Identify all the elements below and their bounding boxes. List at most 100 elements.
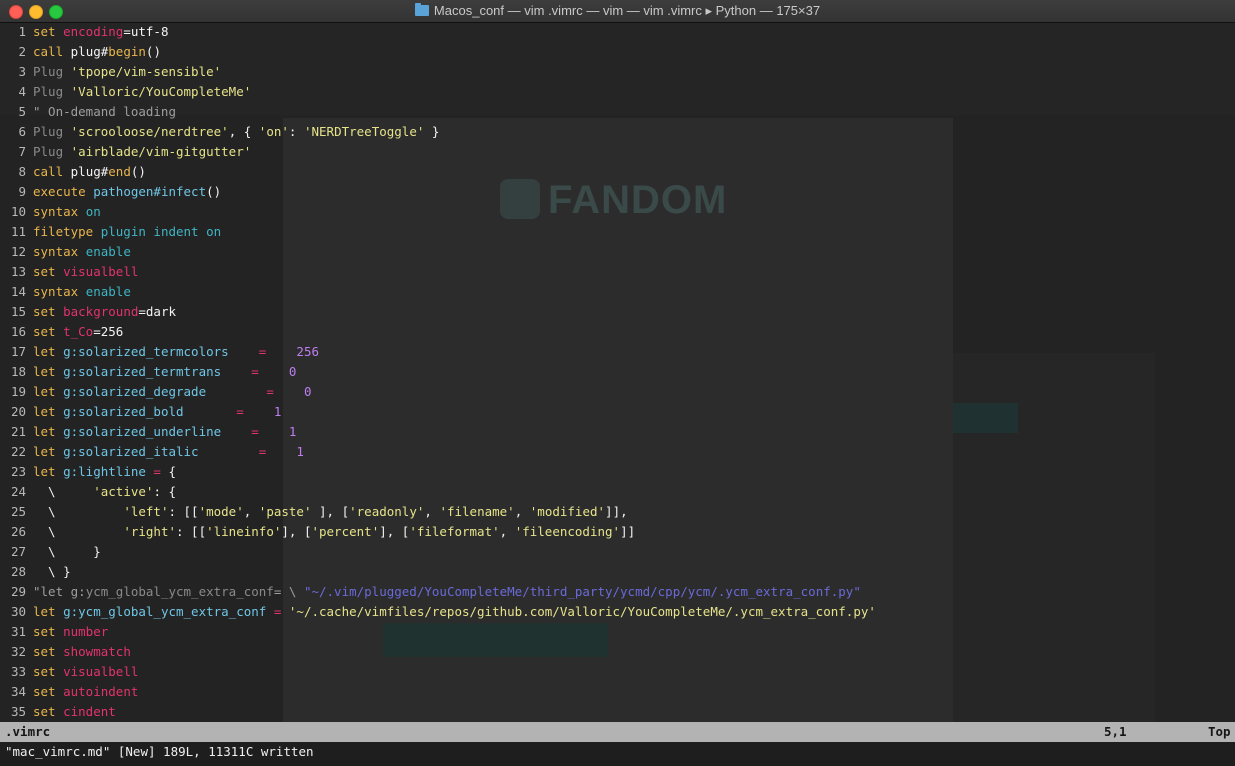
code-line[interactable]: 33 set visualbell [0, 662, 1235, 682]
code-token: g:solarized_termcolors [63, 344, 229, 359]
code-token: = [228, 344, 297, 359]
code-token: ], [ [379, 524, 410, 539]
code-token: = [198, 444, 297, 459]
code-line[interactable]: 27 \ } [0, 542, 1235, 562]
code-token: \ } [33, 544, 101, 559]
code-line[interactable]: 32 set showmatch [0, 642, 1235, 662]
code-token: 256 [296, 344, 319, 359]
code-token: visualbell [63, 264, 139, 279]
code-token: 'filename' [439, 504, 515, 519]
code-token: execute [33, 184, 94, 199]
code-line[interactable]: 11 filetype plugin indent on [0, 222, 1235, 242]
code-token: set [33, 664, 64, 679]
code-line[interactable]: 22 let g:solarized_italic = 1 [0, 442, 1235, 462]
code-line[interactable]: 26 \ 'right': [['lineinfo'], ['percent']… [0, 522, 1235, 542]
code-line[interactable]: 1 set encoding=utf-8 [0, 22, 1235, 42]
command-line[interactable]: "mac_vimrc.md" [New] 189L, 11311C writte… [0, 742, 1235, 766]
code-token: cindent [63, 704, 116, 719]
code-token: : [[ [168, 504, 199, 519]
line-number: 6 [18, 124, 26, 139]
code-token: = [266, 604, 289, 619]
line-number: 26 [10, 524, 26, 539]
code-line[interactable]: 24 \ 'active': { [0, 482, 1235, 502]
line-number: 31 [10, 624, 26, 639]
code-line[interactable]: 7 Plug 'airblade/vim-gitgutter' [0, 142, 1235, 162]
code-token: syntax [33, 284, 86, 299]
code-token: = \ [273, 584, 304, 599]
line-number: 21 [10, 424, 26, 439]
code-line[interactable]: 4 Plug 'Valloric/YouCompleteMe' [0, 82, 1235, 102]
line-number: 14 [10, 284, 26, 299]
code-line[interactable]: 21 let g:solarized_underline = 1 [0, 422, 1235, 442]
code-line[interactable]: 8 call plug#end() [0, 162, 1235, 182]
code-token: "~/.vim/plugged/YouCompleteMe/third_part… [303, 584, 861, 599]
code-line[interactable]: 19 let g:solarized_degrade = 0 [0, 382, 1235, 402]
line-number: 7 [18, 144, 26, 159]
code-token: let [33, 604, 64, 619]
code-line[interactable]: 28 \ } [0, 562, 1235, 582]
line-number: 23 [10, 464, 26, 479]
code-line[interactable]: 5 " On-demand loading [0, 102, 1235, 122]
line-number: 16 [10, 324, 26, 339]
code-line[interactable]: 17 let g:solarized_termcolors = 256 [0, 342, 1235, 362]
code-token: () [145, 44, 161, 59]
code-token: let [33, 424, 64, 439]
code-line[interactable]: 18 let g:solarized_termtrans = 0 [0, 362, 1235, 382]
code-line[interactable]: 13 set visualbell [0, 262, 1235, 282]
code-line[interactable]: 29 "let g:ycm_global_ycm_extra_conf= \ "~… [0, 582, 1235, 602]
code-token: ]] [620, 524, 636, 539]
code-token: = [183, 404, 274, 419]
code-line[interactable]: 3 Plug 'tpope/vim-sensible' [0, 62, 1235, 82]
code-token: =256 [93, 324, 124, 339]
code-token: 'airblade/vim-gitgutter' [70, 144, 252, 159]
code-line[interactable]: 34 set autoindent [0, 682, 1235, 702]
code-token: 'active' [93, 484, 154, 499]
code-token: plugin indent on [100, 224, 222, 239]
code-line[interactable]: 20 let g:solarized_bold = 1 [0, 402, 1235, 422]
code-token: Plug [33, 144, 71, 159]
editor-buffer[interactable]: 1 set encoding=utf-8 2 call plug#begin() 3 Pl… [0, 22, 1235, 722]
code-token: , [514, 504, 530, 519]
code-token: : { [153, 484, 177, 499]
code-token: t_Co [63, 324, 94, 339]
code-line[interactable]: 9 execute pathogen#infect() [0, 182, 1235, 202]
code-line[interactable]: 30 let g:ycm_global_ycm_extra_conf = '~/.… [0, 602, 1235, 622]
code-token: pathogen#infect [93, 184, 207, 199]
code-token: encoding [63, 24, 124, 39]
code-token: : [288, 124, 304, 139]
code-token: g:solarized_bold [63, 404, 184, 419]
code-line[interactable]: 2 call plug#begin() [0, 42, 1235, 62]
line-number: 17 [10, 344, 26, 359]
code-token: number [63, 624, 109, 639]
line-number: 3 [18, 64, 26, 79]
code-line[interactable]: 16 set t_Co=256 [0, 322, 1235, 342]
command-line-message: "mac_vimrc.md" [New] 189L, 11311C writte… [5, 744, 314, 759]
code-line[interactable]: 12 syntax enable [0, 242, 1235, 262]
code-line[interactable]: 14 syntax enable [0, 282, 1235, 302]
code-line[interactable]: 23 let g:lightline = { [0, 462, 1235, 482]
terminal-window: Macos_conf — vim .vimrc — vim — vim .vim… [0, 0, 1235, 766]
code-token: enable [85, 244, 131, 259]
line-number: 15 [10, 304, 26, 319]
code-line[interactable]: 25 \ 'left': [['mode', 'paste' ], ['read… [0, 502, 1235, 522]
code-token: \ [33, 504, 124, 519]
code-line[interactable]: 35 set cindent [0, 702, 1235, 722]
code-token: \ [33, 484, 94, 499]
code-line[interactable]: 15 set background=dark [0, 302, 1235, 322]
line-number: 18 [10, 364, 26, 379]
code-token: 1 [288, 424, 297, 439]
code-token: 1 [296, 444, 304, 459]
code-line[interactable]: 6 Plug 'scrooloose/nerdtree', { 'on': 'NE… [0, 122, 1235, 142]
code-token: g:solarized_termtrans [63, 364, 222, 379]
code-token: plug# [70, 44, 109, 59]
line-number: 22 [10, 444, 26, 459]
code-token: let [33, 404, 64, 419]
line-number: 10 [10, 204, 26, 219]
code-token: g:solarized_degrade [63, 384, 207, 399]
code-token: = [206, 384, 304, 399]
code-token: \ [33, 524, 124, 539]
code-line[interactable]: 31 set number [0, 622, 1235, 642]
code-token: set [33, 624, 64, 639]
title-bar[interactable]: Macos_conf — vim .vimrc — vim — vim .vim… [0, 0, 1235, 23]
code-line[interactable]: 10 syntax on [0, 202, 1235, 222]
